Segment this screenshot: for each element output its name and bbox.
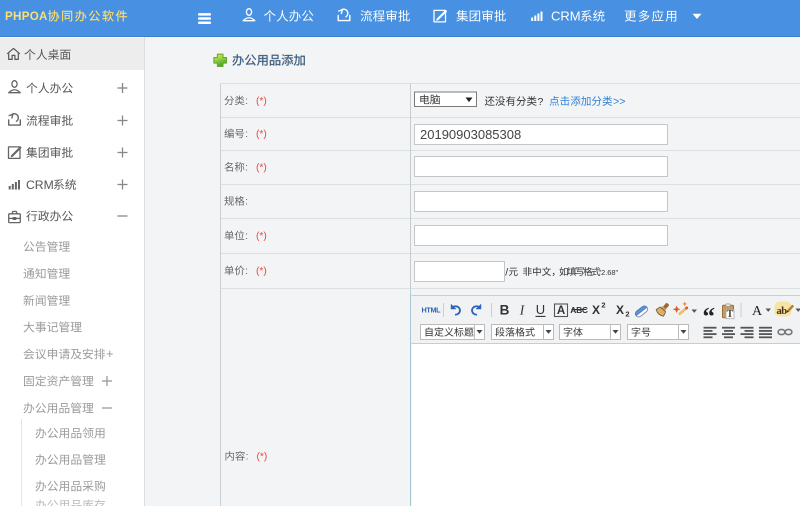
svg-text:PHPOA: PHPOA: [5, 10, 48, 23]
svg-text:2: 2: [601, 301, 605, 310]
svg-text:(*): (*): [256, 96, 267, 107]
svg-text:X: X: [592, 303, 600, 317]
svg-text:ab: ab: [776, 306, 787, 317]
svg-text:A: A: [557, 305, 565, 317]
svg-text:>>: >>: [613, 96, 625, 108]
svg-text:(*): (*): [256, 266, 267, 277]
svg-text:20190903085308: 20190903085308: [420, 127, 521, 142]
svg-text:(*): (*): [256, 231, 267, 242]
svg-text::: :: [245, 231, 248, 242]
svg-text:+: +: [106, 347, 113, 361]
svg-text:(*): (*): [256, 163, 267, 174]
svg-text:(*): (*): [257, 452, 268, 463]
svg-text:(*): (*): [256, 129, 267, 140]
svg-text:A: A: [752, 304, 763, 319]
svg-text::: :: [245, 163, 248, 174]
svg-text:T: T: [727, 309, 734, 320]
svg-text:“: “: [703, 303, 716, 330]
svg-text:B: B: [500, 303, 510, 318]
svg-text:2: 2: [625, 310, 629, 319]
svg-text:X: X: [616, 303, 624, 317]
svg-text:U: U: [536, 302, 545, 317]
svg-text:"2.68": "2.68": [599, 268, 619, 277]
svg-text:CRM: CRM: [551, 8, 581, 23]
svg-text::: :: [245, 96, 248, 107]
svg-text::: :: [245, 197, 248, 208]
svg-text::: :: [245, 266, 248, 277]
svg-text:/: /: [505, 266, 508, 278]
svg-text:?: ?: [538, 96, 544, 108]
svg-text:HTML: HTML: [422, 306, 442, 315]
svg-text:CRM: CRM: [26, 178, 54, 192]
svg-text::: :: [246, 452, 249, 463]
svg-text::: :: [245, 129, 248, 140]
